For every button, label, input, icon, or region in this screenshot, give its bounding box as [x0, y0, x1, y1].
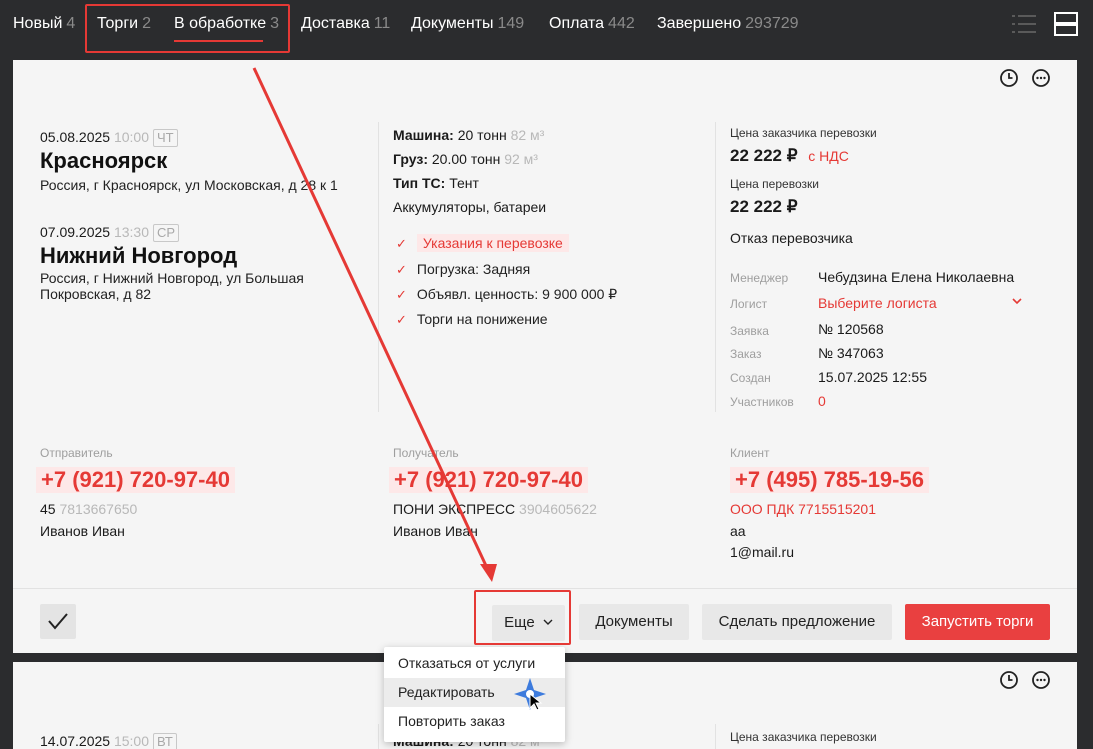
annotation-arrow: [252, 67, 546, 711]
